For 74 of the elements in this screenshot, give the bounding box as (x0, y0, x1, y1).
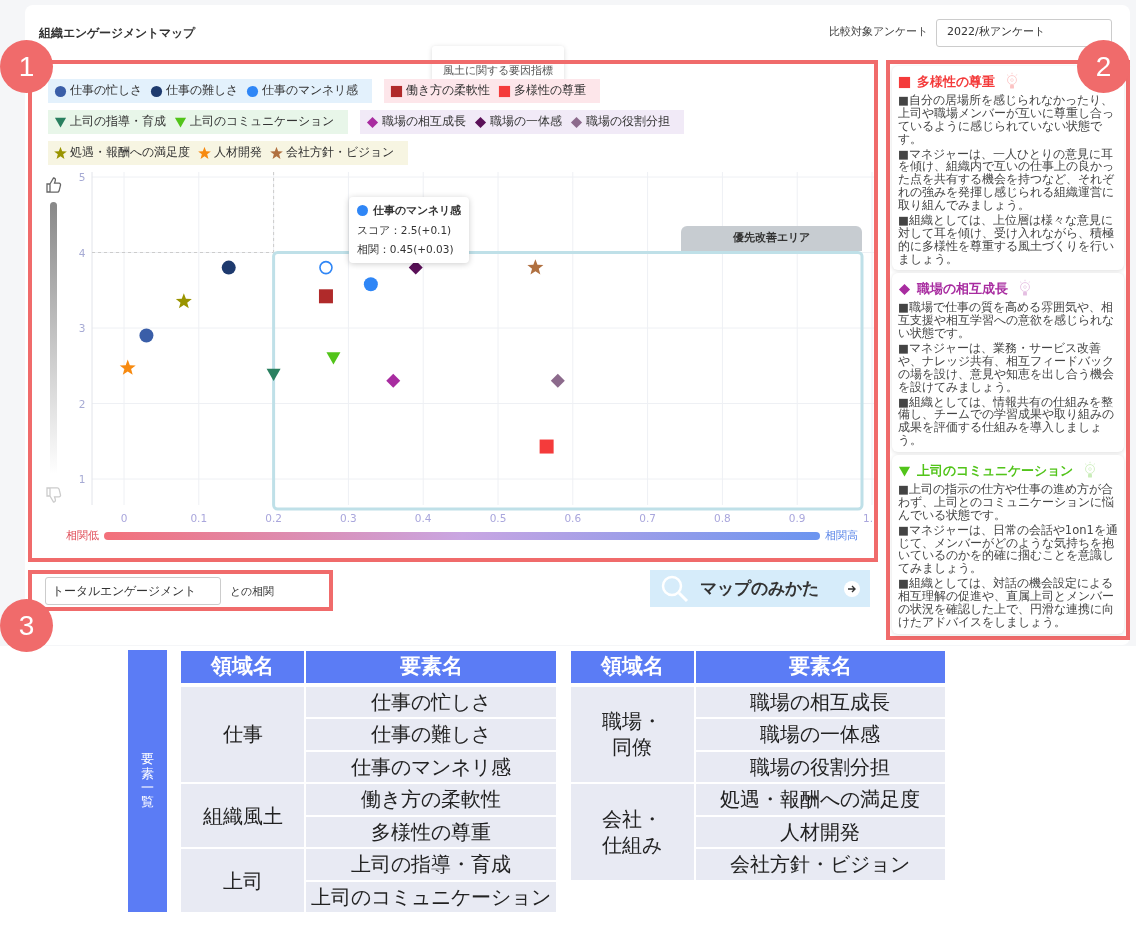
legend-label: 上司の指導・育成 (70, 113, 166, 131)
map-guide-button[interactable]: マップのみかた (650, 570, 870, 607)
table-header: 要素名 (694, 650, 946, 686)
table-cell: 組織風土 (180, 783, 305, 848)
axis-label: 3 (78, 322, 86, 334)
table-cell: 人材開発 (694, 815, 946, 848)
axis-label: 0.4 (414, 512, 432, 524)
table-header: 領域名 (570, 650, 695, 686)
advice-text: ■マネジャーは、日常の会話や1on1を通じて、メンバーがどのような気持ちを抱いているのかを的確に掴むことを意識してみましょう。 (898, 523, 1118, 576)
legend-label: 職場の相互成長 (382, 113, 466, 131)
axis-label: 1 (78, 473, 86, 485)
axis-label: 0.6 (564, 512, 582, 524)
legend-label: 仕事の難しさ (166, 82, 238, 100)
advice-text: ■組織としては、対話の機会設定による相互理解の促進や、直属上司とメンバーの状況を確認した上で、円滑な連携に向けたアドバイスをしましょう。 (898, 577, 1115, 629)
legend-label: 職場の役割分担 (586, 113, 670, 131)
tooltip-text: 相関：0.45(+0.03) (356, 242, 455, 258)
table-cell: 多様性の尊重 (305, 815, 557, 848)
table-cell: 職場の役割分担 (694, 750, 946, 783)
legend-label: 処遇・報酬への満足度 (70, 144, 190, 162)
table-cell: 処遇・報酬への満足度 (694, 783, 946, 816)
table-header: 領域名 (180, 650, 305, 686)
table-cell: 仕事のマンネリ感 (305, 750, 557, 783)
table-header: 要素名 (305, 650, 557, 686)
advice-text: ■マネジャーは、業務・サービス改善や、ナレッジ共有、相互フィードバックの場を設け、意見や知恵を出し合う機会を設けてみましょう。 (898, 342, 1115, 394)
axis-end-label: 相関低 (66, 528, 99, 543)
card-title: 上司のコミュニケーション (917, 461, 1073, 480)
table-cell: 仕事の難しさ (305, 718, 557, 751)
axis-label: 0.9 (788, 512, 806, 524)
table-cell: 職場の相互成長 (694, 685, 946, 718)
table-cell: 上司 (180, 848, 305, 913)
table-cell: 仕事 (180, 685, 305, 783)
advice-text: ■上司の指示の仕方や仕事の進め方が合わず、上司とのコミュニケーションに悩んでいる状態です。 (898, 483, 1115, 522)
table-cell: 上司のコミュニケーション (305, 880, 557, 913)
card-title: 職場の相互成長 (917, 280, 1008, 298)
legend-label: 仕事の忙しさ (70, 82, 142, 100)
axis-label: 0.1 (190, 512, 208, 524)
legend-label: 仕事のマンネリ感 (262, 82, 358, 100)
axis-end-label: 相関高 (825, 528, 858, 543)
advice-text: ■マネジャーは、一人ひとりの意見に耳を傾け、組織内で互いの仕事上の良かった点を共有する機会を持つなど、それぞれの強みを発揮し感じられる組織運営に取り組んでみましょう。 (898, 147, 1115, 212)
legend-label: 会社方針・ビジョン (286, 144, 394, 162)
table-cell: 職場の一体感 (694, 718, 946, 751)
axis-label: 0.5 (489, 512, 507, 524)
legend-label: 働き方の柔軟性 (406, 82, 490, 100)
advice-text: ■職場で仕事の質を高める雰囲気や、相互支援や相互学習への意欲を感じられない状態です。 (898, 301, 1115, 340)
axis-label: 0.3 (340, 512, 357, 524)
compare-label: 比較対象アンケート (829, 24, 928, 41)
axis-label: 0 (120, 512, 128, 524)
table-cell: 職場・同僚 (570, 685, 695, 783)
advice-text: ■組織としては、上位層は様々な意見に対して耳を傾け、受け入れながら、積極的に多様性を尊重する風土づくりを行いましょう。 (898, 213, 1115, 266)
section-label: 要素一覧 (128, 650, 167, 912)
axis-label: 4 (78, 246, 86, 259)
legend-label: 職場の一体感 (490, 113, 562, 131)
tooltip-text: スコア：2.5(+0.1) (356, 223, 453, 239)
legend-label: 多様性の尊重 (514, 82, 586, 100)
axis-label: 1. (863, 512, 873, 524)
engagement-field[interactable]: トータルエンゲージメント (45, 577, 221, 605)
card-title: 多様性の尊重 (917, 72, 995, 91)
axis-label: 5 (78, 172, 86, 183)
tooltip-title: 仕事のマンネリ感 (372, 202, 461, 218)
suffix-label: との相関 (230, 584, 274, 600)
table-cell: 会社方針・ビジョン (694, 848, 946, 881)
axis-label: 0.8 (714, 512, 731, 524)
axis-label: 0.2 (265, 512, 282, 524)
page-title: 組織エンゲージメントマップ (39, 24, 195, 42)
axis-label: 2 (78, 397, 86, 410)
advice-text: ■組織としては、情報共有の仕組みを整備し、チームでの学習成果や取り組みの成果を評価する仕組みを導入しましょう。 (898, 395, 1115, 447)
axis-label: 0.7 (639, 512, 656, 524)
legend-label: 上司のコミュニケーション (190, 113, 334, 131)
table-cell: 会社・仕組み (570, 783, 695, 881)
advice-text: ■自分の居場所を感じられなかったり、上司や職場メンバーが互いに尊重し合っているように感じられていない状態です。 (898, 94, 1115, 146)
table-cell: 仕事の忙しさ (305, 685, 557, 718)
table-cell: 上司の指導・育成 (305, 848, 557, 881)
legend-label: 人材開発 (214, 144, 262, 162)
table-cell: 働き方の柔軟性 (305, 783, 557, 816)
